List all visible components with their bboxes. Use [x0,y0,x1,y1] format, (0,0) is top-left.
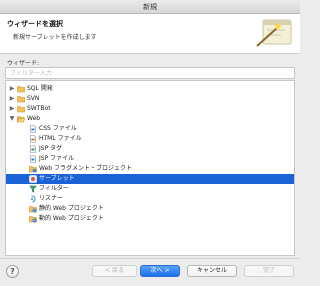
tree-item-web[interactable]: ▼ Web [6,114,294,124]
header-title: ウィザードを選択 [7,20,63,28]
tree-item-label: JSP タグ [39,145,63,152]
header-description: 新規サーブレットを作成します [13,34,97,41]
window-titlebar[interactable]: 新規 [0,0,300,14]
jsp-tag-icon [30,145,36,153]
footer-divider [0,258,300,259]
wizard-label: ウィザード: [7,60,40,67]
next-button[interactable]: 次へ > [140,265,180,277]
folder-icon [17,106,25,113]
wizard-tree[interactable]: ▶ SQL 開発 ▶ SVN ▶ SWTBot ▼ Web CSS ファイル H… [5,80,295,256]
html-file-icon [30,135,36,143]
tree-item-label: 動的 Web プロジェクト [39,215,104,222]
tree-item-html-file[interactable]: HTML ファイル [6,134,294,144]
tree-item-dynamic-web-project[interactable]: 動的 Web プロジェクト [6,214,294,224]
wizard-header: ウィザードを選択 新規サーブレットを作成します [0,14,300,54]
jsp-file-icon [30,155,36,163]
window-title: 新規 [143,3,157,11]
help-button[interactable]: ? [6,265,19,278]
tree-item-label: サーブレット [39,175,75,182]
back-button[interactable]: < 戻る [92,265,137,277]
new-wizard-banner-icon [256,19,292,47]
tree-item-label: 静的 Web プロジェクト [39,205,104,212]
tree-item-web-fragment-project[interactable]: Web フラグメント・プロジェクト [6,164,294,174]
tree-item-label: フィルター [39,185,69,192]
tree-item-label: SWTBot [27,105,51,112]
tree-item-label: SQL 開発 [27,85,53,92]
tree-item-label: JSP ファイル [39,155,75,162]
chevron-down-icon[interactable]: ▼ [9,114,15,124]
filter-input[interactable] [5,67,295,79]
web-fragment-project-icon [29,166,37,173]
dynamic-web-project-icon [29,216,37,223]
tree-item-jsp-tag[interactable]: JSP タグ [6,144,294,154]
filter-icon [29,185,37,193]
tree-item-label: リスナー [39,195,64,202]
tree-item-label: SVN [27,95,40,102]
tree-item-label: Web [27,115,41,122]
cancel-button[interactable]: キャンセル [187,265,237,277]
servlet-icon [29,175,37,183]
folder-open-icon [17,116,25,123]
tree-item-label: Web フラグメント・プロジェクト [39,165,132,172]
tree-item-filter[interactable]: フィルター [6,184,294,194]
folder-icon [17,96,25,103]
tree-item-static-web-project[interactable]: 静的 Web プロジェクト [6,204,294,214]
tree-item-label: CSS ファイル [39,125,77,132]
tree-item-listener[interactable]: リスナー [6,194,294,204]
tree-item-servlet[interactable]: サーブレット [6,174,294,184]
tree-item-jsp-file[interactable]: JSP ファイル [6,154,294,164]
static-web-project-icon [29,206,37,213]
tree-item-svn[interactable]: ▶ SVN [6,94,294,104]
listener-icon [31,195,36,203]
chevron-right-icon[interactable]: ▶ [9,104,15,114]
tree-item-label: HTML ファイル [39,135,82,142]
chevron-right-icon[interactable]: ▶ [9,84,15,94]
tree-item-css-file[interactable]: CSS ファイル [6,124,294,134]
tree-item-swtbot[interactable]: ▶ SWTBot [6,104,294,114]
tree-item-sql-dev[interactable]: ▶ SQL 開発 [6,84,294,94]
folder-icon [17,86,25,93]
css-file-icon [30,125,36,133]
finish-button[interactable]: 完了 [244,265,294,277]
chevron-right-icon[interactable]: ▶ [9,94,15,104]
